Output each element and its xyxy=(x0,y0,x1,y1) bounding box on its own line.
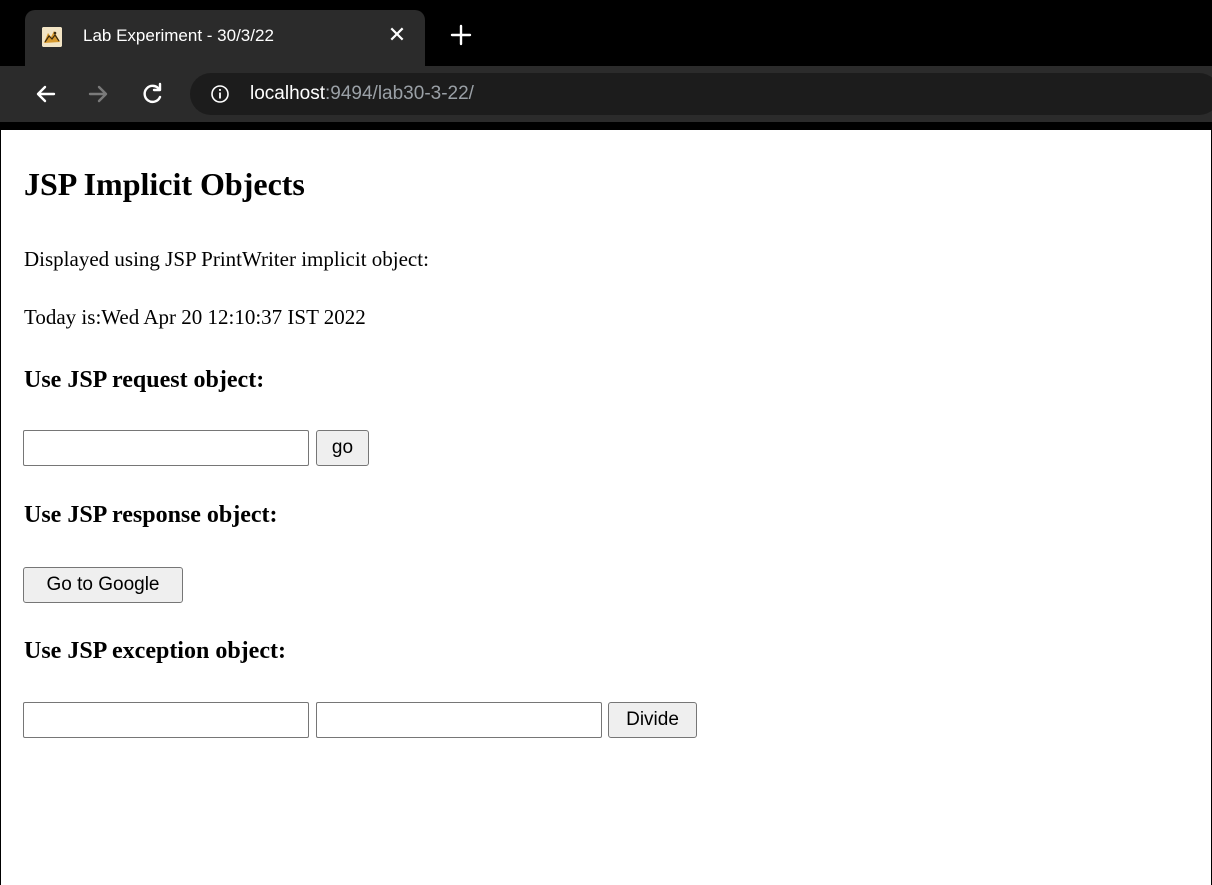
exception-heading: Use JSP exception object: xyxy=(24,638,286,664)
go-button[interactable]: go xyxy=(316,430,369,466)
printwriter-text: Displayed using JSP PrintWriter implicit… xyxy=(24,247,429,271)
divisor-input[interactable] xyxy=(316,702,602,738)
url-path: :9494/lab30-3-22/ xyxy=(325,83,474,104)
address-bar[interactable]: localhost:9494/lab30-3-22/ xyxy=(190,73,1212,115)
request-heading: Use JSP request object: xyxy=(24,367,265,393)
browser-chrome: Lab Experiment - 30/3/22 ✕ localhost:949… xyxy=(0,0,1212,130)
toolbar-divider xyxy=(0,122,1212,130)
browser-toolbar: localhost:9494/lab30-3-22/ xyxy=(0,66,1212,122)
arrow-right-icon[interactable] xyxy=(84,80,112,108)
info-icon[interactable] xyxy=(210,84,230,104)
reload-icon[interactable] xyxy=(138,80,166,108)
request-input[interactable] xyxy=(23,430,309,466)
page-content: JSP Implicit Objects Displayed using JSP… xyxy=(0,130,1212,885)
plus-icon[interactable] xyxy=(448,22,474,48)
tab-title: Lab Experiment - 30/3/22 xyxy=(83,26,274,45)
browser-tab[interactable]: Lab Experiment - 30/3/22 ✕ xyxy=(25,10,425,66)
url-host: localhost xyxy=(250,83,325,104)
response-heading: Use JSP response object: xyxy=(24,502,278,528)
close-icon[interactable]: ✕ xyxy=(385,24,409,48)
dividend-input[interactable] xyxy=(23,702,309,738)
tab-strip: Lab Experiment - 30/3/22 ✕ xyxy=(0,0,1212,66)
divide-button[interactable]: Divide xyxy=(608,702,697,738)
go-to-google-button[interactable]: Go to Google xyxy=(23,567,183,603)
tomcat-favicon-icon xyxy=(42,27,62,47)
page-title: JSP Implicit Objects xyxy=(24,166,305,202)
date-text: Today is:Wed Apr 20 12:10:37 IST 2022 xyxy=(24,305,366,329)
arrow-left-icon[interactable] xyxy=(32,80,60,108)
address-url: localhost:9494/lab30-3-22/ xyxy=(250,83,474,105)
